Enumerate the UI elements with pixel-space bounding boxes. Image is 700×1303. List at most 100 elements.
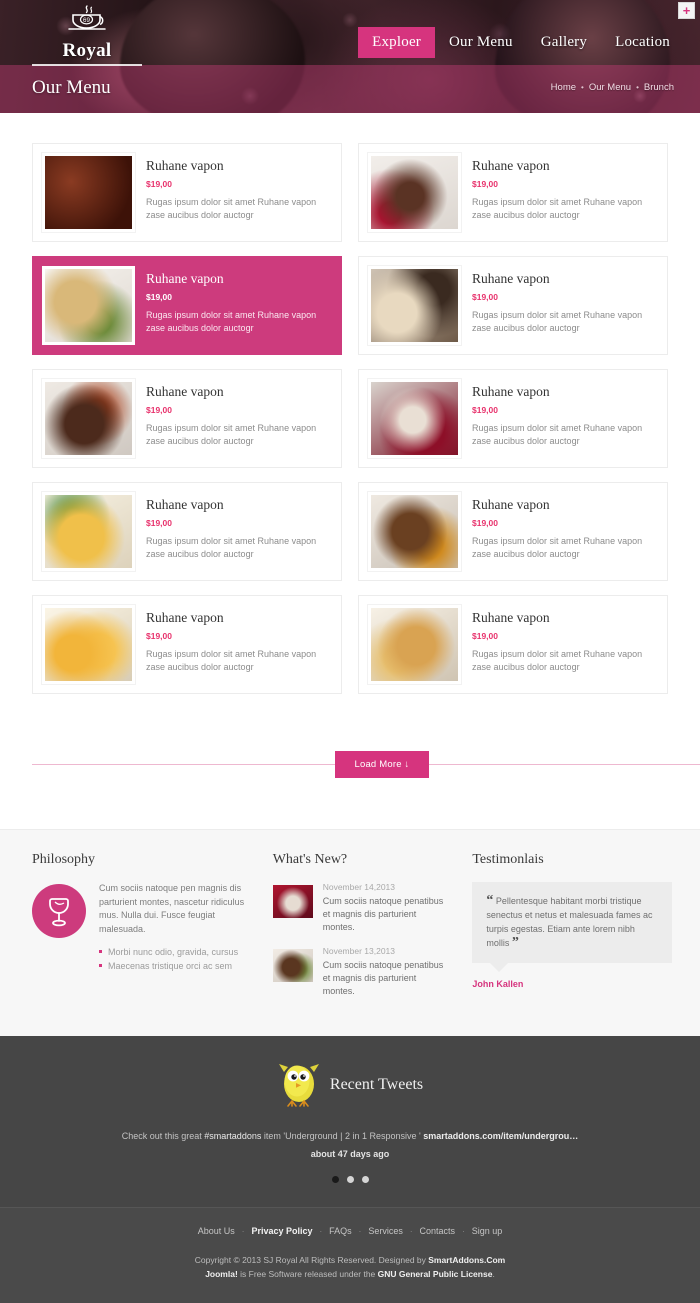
footer-separator: · — [319, 1226, 323, 1236]
menu-item-price: $19,00 — [146, 292, 172, 302]
carousel-dot[interactable] — [361, 1176, 369, 1183]
news-item[interactable]: November 13,2013 Cum sociis natoque penat… — [272, 946, 445, 998]
breadcrumb-item-home[interactable]: Home — [551, 82, 576, 93]
nav-item-our-menu[interactable]: Our Menu — [435, 27, 527, 58]
menu-item-title: Ruhane vapon — [472, 158, 550, 173]
menu-card[interactable]: Ruhane vapon $19,00 Rugas ipsum dolor sit … — [32, 256, 342, 355]
joomla-link[interactable]: Joomla! — [205, 1269, 238, 1279]
gpl-link[interactable]: GNU General Public License — [378, 1269, 493, 1279]
footer-link[interactable]: Services — [368, 1226, 403, 1236]
menu-item-price: $19,00 — [472, 292, 498, 302]
carousel-dot[interactable] — [346, 1176, 354, 1183]
menu-card[interactable]: Ruhane vapon $19,00 Rugas ipsum dolor sit … — [32, 482, 342, 581]
plus-icon: + — [682, 3, 691, 18]
menu-item-image — [42, 266, 135, 345]
whats-new-title: What's New? — [272, 852, 348, 867]
menu-item-image — [368, 492, 461, 571]
menu-card[interactable]: Ruhane vapon $19,00 Rugas ipsum dolor sit … — [32, 143, 342, 242]
menu-item-title: Ruhane vapon — [472, 384, 550, 399]
footer-link[interactable]: Contacts — [420, 1226, 456, 1236]
brand-logo[interactable]: 69 Royal — [32, 4, 142, 66]
menu-item-description: Rugas ipsum dolor sit amet Ruhane vapon … — [146, 423, 317, 446]
tweet-link[interactable]: smartaddons.com/item/undergrou… — [423, 1131, 578, 1141]
designer-link[interactable]: SmartAddons.Com — [428, 1255, 505, 1265]
tweet-timestamp: about 47 days ago — [310, 1149, 390, 1159]
testimonials-title: Testimonlais — [472, 852, 544, 867]
menu-item-price: $19,00 — [472, 518, 498, 528]
breadcrumb-separator: • — [581, 83, 584, 92]
philosophy-widget: Philosophy Cum sociis natoque pen magnis… — [28, 852, 259, 1010]
recent-tweets-title: Recent Tweets — [329, 1075, 424, 1093]
widgets-section: Philosophy Cum sociis natoque pen magnis… — [0, 829, 700, 1036]
testimonial-quote-bubble: “ Pellentesque habitant morbi tristique … — [472, 882, 672, 972]
footer-separator: · — [462, 1226, 465, 1236]
nav-item-gallery[interactable]: Gallery — [527, 27, 601, 58]
menu-item-description: Rugas ipsum dolor sit amet Ruhane vapon … — [472, 649, 643, 672]
menu-card[interactable]: Ruhane vapon $19,00 Rugas ipsum dolor sit … — [358, 369, 668, 468]
tweet-text: Check out this great #smartaddons item '… — [0, 1129, 700, 1143]
plus-button[interactable]: + — [678, 2, 695, 19]
nav-item-exploer[interactable]: Exploer — [358, 27, 435, 58]
menu-item-image — [368, 153, 461, 232]
menu-item-image — [42, 605, 135, 684]
quote-open-icon: “ — [486, 893, 494, 908]
footer-separator: · — [358, 1226, 362, 1236]
brand-name: Royal — [62, 40, 112, 61]
hero-header: + 69 Royal Exploer Our Menu Gallery Loca… — [0, 0, 700, 113]
menu-section: Ruhane vapon $19,00 Rugas ipsum dolor sit … — [0, 113, 700, 793]
menu-item-title: Ruhane vapon — [146, 271, 224, 286]
menu-item-title: Ruhane vapon — [146, 158, 224, 173]
footer-link[interactable]: FAQs — [329, 1226, 352, 1236]
menu-item-title: Ruhane vapon — [472, 610, 550, 625]
footer-separator: · — [241, 1226, 245, 1236]
menu-item-price: $19,00 — [146, 179, 172, 189]
menu-item-title: Ruhane vapon — [472, 271, 550, 286]
menu-item-description: Rugas ipsum dolor sit amet Ruhane vapon … — [146, 649, 317, 672]
footer-links: About Us · Privacy Policy · FAQs · Services · Co… — [0, 1226, 700, 1236]
tweet-prefix: Check out this great — [121, 1131, 205, 1141]
menu-item-image — [42, 379, 135, 458]
footer-separator: · — [409, 1226, 413, 1236]
nav-item-location[interactable]: Location — [601, 27, 684, 58]
main-nav: Exploer Our Menu Gallery Location — [358, 27, 684, 58]
testimonials-widget: Testimonlais “ Pellentesque habitant mor… — [458, 852, 672, 1010]
menu-card[interactable]: Ruhane vapon $19,00 Rugas ipsum dolor sit … — [358, 143, 668, 242]
page-title: Our Menu — [32, 77, 111, 98]
breadcrumb-separator: • — [636, 83, 639, 92]
menu-item-image — [368, 379, 461, 458]
menu-item-title: Ruhane vapon — [146, 384, 224, 399]
wine-glass-icon — [32, 884, 86, 938]
footer-link[interactable]: About Us — [198, 1226, 235, 1236]
menu-card[interactable]: Ruhane vapon $19,00 Rugas ipsum dolor sit … — [32, 369, 342, 468]
copyright-block: Copyright © 2013 SJ Royal All Rights Res… — [0, 1253, 700, 1281]
menu-card[interactable]: Ruhane vapon $19,00 Rugas ipsum dolor sit … — [358, 595, 668, 694]
philosophy-text: Cum sociis natoque pen magnis dis partur… — [99, 883, 245, 934]
menu-item-image — [368, 266, 461, 345]
load-more-button[interactable]: Load More ↓ — [335, 750, 429, 778]
news-text: Cum sociis natoque penatibus et magnis d… — [322, 896, 444, 932]
quote-close-icon: ” — [511, 935, 519, 950]
footer-link[interactable]: Sign up — [472, 1226, 503, 1236]
license-period: . — [492, 1269, 495, 1279]
list-item[interactable]: Morbi nunc odio, gravida, cursus — [99, 945, 245, 959]
menu-card[interactable]: Ruhane vapon $19,00 Rugas ipsum dolor sit … — [358, 482, 668, 581]
page-title-band: Our Menu Home • Our Menu • Brunch — [0, 65, 700, 113]
tweet-hashtag[interactable]: #smartaddons — [204, 1131, 261, 1141]
menu-item-title: Ruhane vapon — [472, 497, 550, 512]
news-item[interactable]: November 14,2013 Cum sociis natoque penat… — [272, 882, 445, 934]
breadcrumb-item-our-menu[interactable]: Our Menu — [589, 82, 631, 93]
carousel-dot[interactable] — [331, 1176, 339, 1183]
menu-item-description: Rugas ipsum dolor sit amet Ruhane vapon … — [472, 423, 643, 446]
tweet-carousel-dots — [0, 1176, 700, 1183]
whats-new-widget: What's New? November 14,2013 Cum sociis n… — [259, 852, 459, 1010]
menu-card[interactable]: Ruhane vapon $19,00 Rugas ipsum dolor sit … — [358, 256, 668, 355]
menu-card[interactable]: Ruhane vapon $19,00 Rugas ipsum dolor sit … — [32, 595, 342, 694]
footer-link[interactable]: Privacy Policy — [251, 1226, 312, 1236]
list-item[interactable]: Maecenas tristique orci ac sem — [99, 959, 245, 973]
testimonial-author[interactable]: John Kallen — [472, 979, 672, 989]
recent-tweets-section: Recent Tweets Check out this great #smar… — [0, 1036, 700, 1207]
twitter-bird-icon — [277, 1056, 321, 1113]
copyright-text: Copyright © 2013 SJ Royal All Rights Res… — [194, 1255, 429, 1265]
menu-item-price: $19,00 — [146, 631, 172, 641]
breadcrumb: Home • Our Menu • Brunch — [551, 82, 674, 93]
